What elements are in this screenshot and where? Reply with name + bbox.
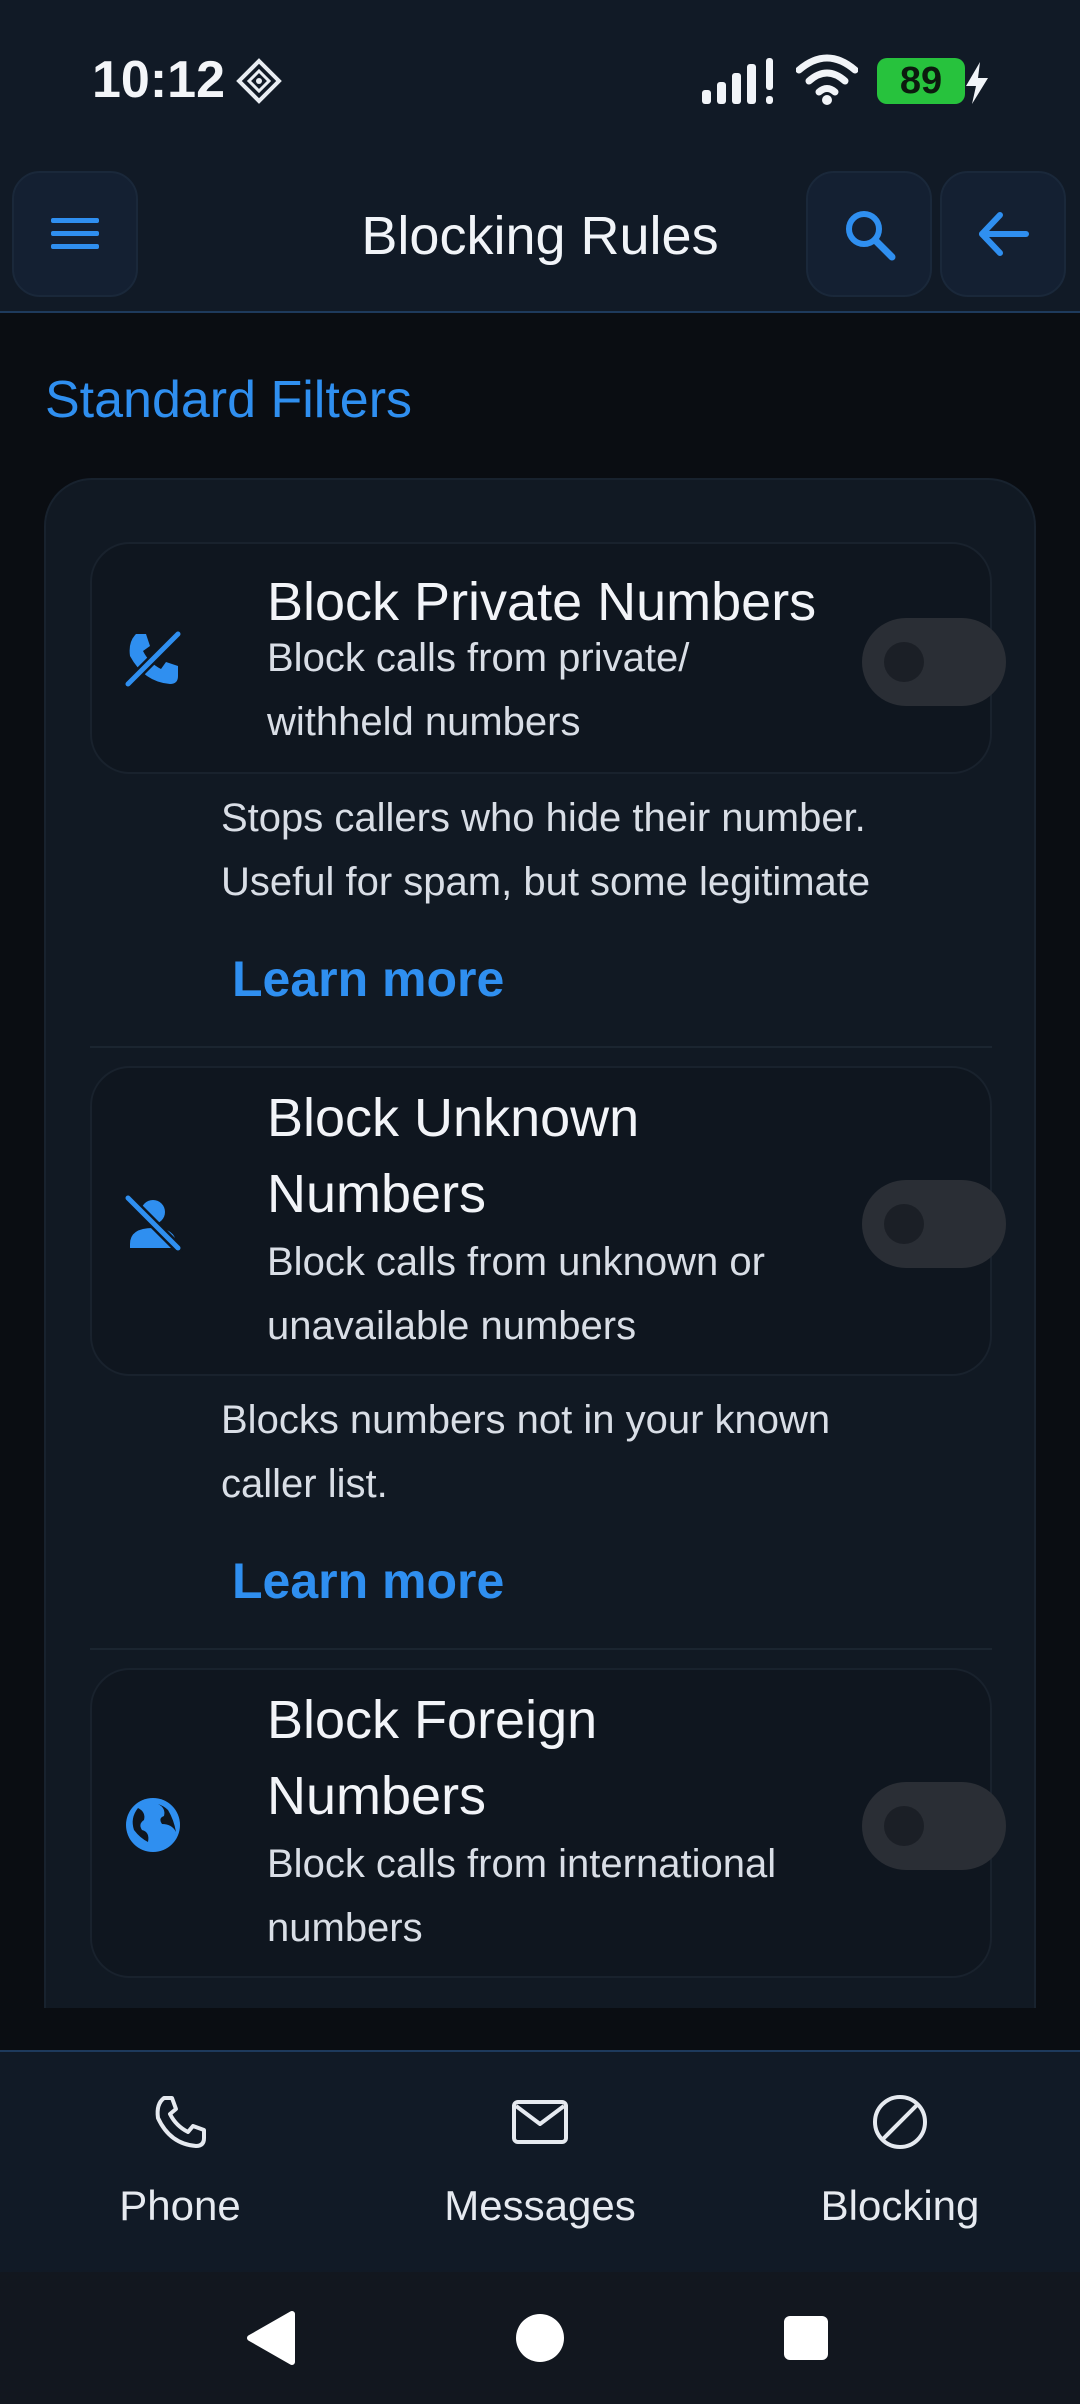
rule-description: Useful for spam, but some legitimate — [221, 860, 871, 904]
wifi-icon — [796, 54, 858, 105]
toggle-knob — [884, 1806, 924, 1846]
section-title: Standard Filters — [45, 371, 413, 429]
app-bar: Blocking Rules — [0, 165, 1080, 313]
search-button[interactable] — [806, 171, 932, 297]
nav-phone[interactable]: Phone — [0, 2052, 360, 2274]
toggle-knob — [884, 642, 924, 682]
learn-more-link[interactable]: Learn more — [232, 950, 504, 1008]
nav-label: Blocking — [820, 2182, 980, 2229]
rule-subtitle: Block calls from private/ — [267, 636, 690, 680]
nav-label: Messages — [444, 2182, 636, 2229]
nav-messages[interactable]: Messages — [360, 2052, 720, 2274]
search-icon — [846, 211, 896, 261]
back-button[interactable] — [940, 171, 1066, 297]
nav-label: Phone — [119, 2182, 241, 2229]
rule-subtitle: unavailable numbers — [267, 1304, 637, 1348]
block-foreign-toggle[interactable] — [862, 1782, 1006, 1870]
learn-more-link[interactable]: Learn more — [232, 1552, 504, 1610]
phone-off-icon — [123, 629, 183, 689]
rule-description: Stops callers who hide their number. — [221, 796, 866, 840]
system-home-icon[interactable] — [504, 2302, 576, 2374]
rule-row-foreign[interactable]: Block Foreign Numbers Block calls from i… — [90, 1668, 1006, 1978]
divider — [90, 1648, 992, 1650]
arrow-left-icon — [979, 212, 1029, 256]
rule-subtitle: Block calls from unknown or — [267, 1240, 765, 1284]
rule-row-unknown[interactable]: Block Unknown Numbers Block calls from u… — [90, 1066, 1006, 1376]
rule-subtitle: Block calls from international — [267, 1842, 777, 1886]
status-time: 10:12 — [92, 51, 225, 109]
mail-icon — [512, 2100, 568, 2144]
rule-subtitle: numbers — [267, 1906, 423, 1950]
cell-signal-icon — [702, 58, 773, 104]
rule-description: caller list. — [221, 1462, 388, 1506]
person-off-icon — [123, 1193, 183, 1253]
block-unknown-toggle[interactable] — [862, 1180, 1006, 1268]
charging-icon — [966, 62, 988, 104]
divider — [90, 1046, 992, 1048]
block-icon — [873, 2095, 927, 2149]
rule-title: Block Foreign — [267, 1690, 598, 1750]
system-back-icon[interactable] — [236, 2302, 308, 2374]
globe-icon — [126, 1798, 180, 1852]
phone-icon — [155, 2096, 206, 2148]
rule-title: Numbers — [267, 1164, 487, 1224]
status-bar: 10:12 89 — [0, 0, 1080, 165]
rule-subtitle: withheld numbers — [267, 700, 581, 744]
rule-title: Numbers — [267, 1766, 487, 1826]
app-notification-icon — [236, 58, 282, 104]
block-private-toggle[interactable] — [862, 618, 1006, 706]
nav-blocking[interactable]: Blocking — [720, 2052, 1080, 2274]
system-navigation-bar — [0, 2272, 1080, 2404]
bottom-navigation: Phone Messages Blocking — [0, 2050, 1080, 2272]
system-recents-icon[interactable] — [770, 2302, 842, 2374]
rule-description: Blocks numbers not in your known — [221, 1398, 831, 1442]
toggle-knob — [884, 1204, 924, 1244]
standard-filters-card: Block Private Numbers Block calls from p… — [44, 478, 1036, 2008]
rule-title: Block Unknown — [267, 1088, 640, 1148]
battery-indicator: 89 — [877, 58, 965, 104]
rule-row-private[interactable]: Block Private Numbers Block calls from p… — [90, 542, 1006, 774]
